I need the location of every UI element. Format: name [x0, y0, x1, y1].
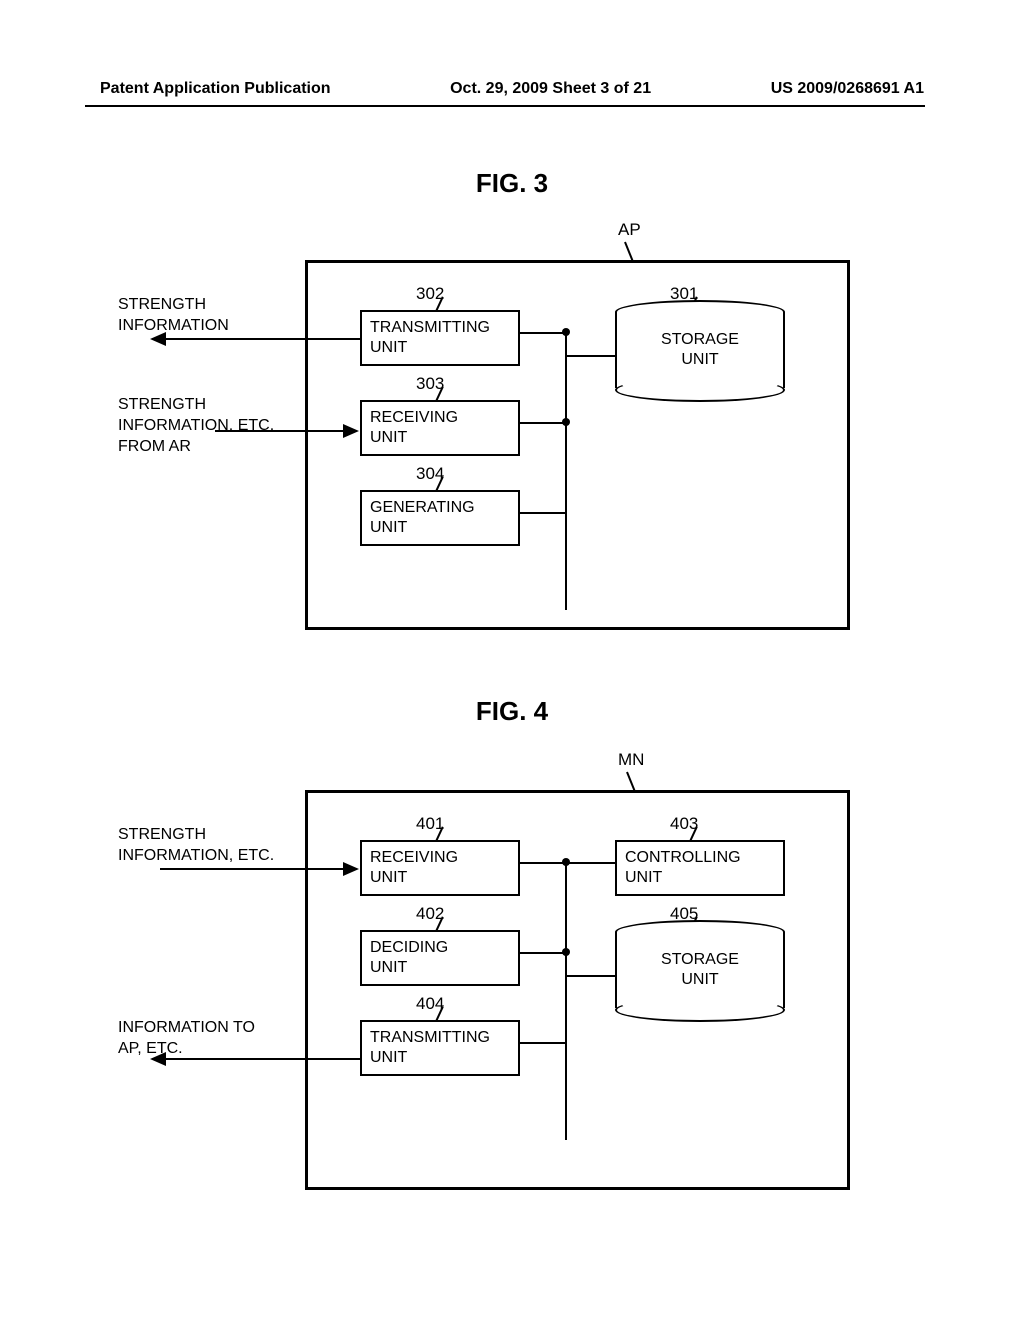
fig3-title: FIG. 3 — [476, 168, 548, 199]
fig3-ext-out-label: STRENGTH INFORMATION — [118, 295, 229, 337]
fig3-ext-in-label: STRENGTH INFORMATION, ETC. FROM AR — [118, 395, 274, 457]
ap-label: AP — [618, 220, 641, 240]
node — [562, 328, 570, 336]
conn-402 — [520, 952, 565, 954]
block-405-text: STORAGE UNIT — [617, 950, 783, 990]
header-center: Oct. 29, 2009 Sheet 3 of 21 — [450, 80, 651, 98]
conn-304 — [520, 512, 565, 514]
conn-303 — [520, 422, 565, 424]
fig4-bus-vertical — [565, 860, 567, 1140]
arrow-right-icon — [343, 424, 359, 438]
fig3-out-line — [165, 338, 360, 340]
block-402: DECIDING UNIT — [360, 930, 520, 986]
conn-403 — [567, 862, 615, 864]
block-302: TRANSMITTING UNIT — [360, 310, 520, 366]
conn-301 — [567, 355, 615, 357]
conn-302 — [520, 332, 565, 334]
arrow-left-icon — [150, 332, 166, 346]
conn-401 — [520, 862, 565, 864]
block-303: RECEIVING UNIT — [360, 400, 520, 456]
block-401: RECEIVING UNIT — [360, 840, 520, 896]
cylinder-405: STORAGE UNIT — [615, 930, 785, 1020]
fig4-in-line — [160, 868, 345, 870]
node — [562, 948, 570, 956]
header-right: US 2009/0268691 A1 — [771, 80, 924, 98]
fig3-in-line — [215, 430, 345, 432]
header-rule — [85, 105, 925, 107]
fig3-bus-vertical — [565, 330, 567, 610]
fig4-ext-in-label: STRENGTH INFORMATION, ETC. — [118, 825, 274, 867]
fig4-out-line — [165, 1058, 360, 1060]
block-404: TRANSMITTING UNIT — [360, 1020, 520, 1076]
cylinder-301: STORAGE UNIT — [615, 310, 785, 400]
conn-404 — [520, 1042, 565, 1044]
header-left: Patent Application Publication — [100, 80, 331, 98]
page-header: Patent Application Publication Oct. 29, … — [0, 80, 1024, 98]
fig4-title: FIG. 4 — [476, 696, 548, 727]
block-403: CONTROLLING UNIT — [615, 840, 785, 896]
node — [562, 418, 570, 426]
fig3-diagram: AP 302 TRANSMITTING UNIT 303 RECEIVING U… — [0, 210, 1024, 640]
arrow-left-icon — [150, 1052, 166, 1066]
arrow-right-icon — [343, 862, 359, 876]
mn-label: MN — [618, 750, 644, 770]
fig4-ext-out-label: INFORMATION TO AP, ETC. — [118, 1018, 255, 1060]
block-304: GENERATING UNIT — [360, 490, 520, 546]
conn-405 — [567, 975, 615, 977]
block-301-text: STORAGE UNIT — [617, 330, 783, 370]
fig4-diagram: MN 401 RECEIVING UNIT 402 DECIDING UNIT … — [0, 740, 1024, 1210]
